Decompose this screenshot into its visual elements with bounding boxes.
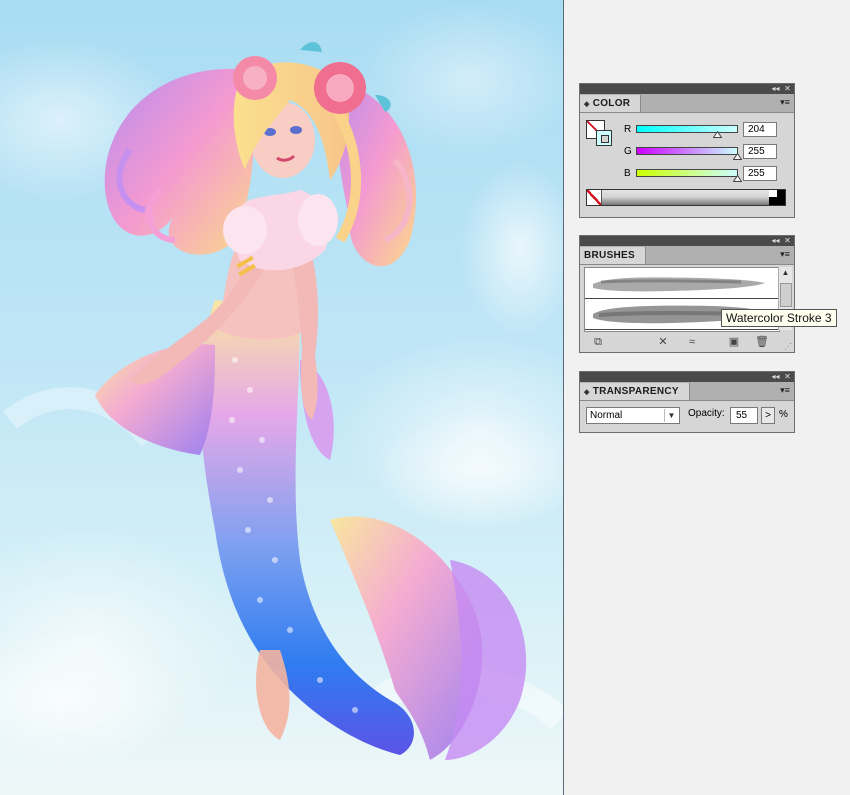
tab-collapse-icon[interactable]: ◆ xyxy=(584,101,590,108)
close-icon[interactable]: ✕ xyxy=(782,372,793,382)
none-color-icon[interactable] xyxy=(587,190,602,205)
slider-thumb-icon[interactable] xyxy=(733,175,742,182)
tab-color[interactable]: ◆ COLOR xyxy=(580,95,642,112)
fill-stroke-swatches xyxy=(586,120,616,150)
brushes-panel-tabrow: BRUSHES ▾≡ xyxy=(580,246,794,265)
tab-collapse-icon[interactable]: ◆ xyxy=(584,389,590,396)
tab-brushes[interactable]: BRUSHES xyxy=(580,247,646,264)
brush-libraries-icon[interactable]: ⧉ xyxy=(590,334,606,350)
new-brush-icon[interactable]: ▣ xyxy=(726,334,742,350)
close-icon[interactable]: ✕ xyxy=(782,236,793,246)
channel-label: B xyxy=(624,168,631,179)
options-of-selected-object-icon[interactable]: ≈ xyxy=(684,334,700,350)
brush-item[interactable] xyxy=(585,268,779,299)
brush-tooltip: Watercolor Stroke 3 xyxy=(721,309,837,327)
slider-thumb-icon[interactable] xyxy=(713,131,722,138)
brushes-panel: ◂◂ ✕ BRUSHES ▾≡ ▲ ⧉ ✕ ≈ ▣ 🗑 ⋰ xyxy=(579,235,795,353)
channel-label: R xyxy=(624,124,632,135)
panel-menu-icon[interactable]: ▾≡ xyxy=(779,97,791,108)
color-row-g: G 255 xyxy=(624,144,794,160)
tab-transparency-label: TRANSPARENCY xyxy=(592,386,679,397)
panel-menu-icon[interactable]: ▾≡ xyxy=(779,385,791,396)
slider-thumb-icon[interactable] xyxy=(733,153,742,160)
transparency-panel: ◂◂ ✕ ◆ TRANSPARENCY ▾≡ Normal ▼ Opacity: … xyxy=(579,371,795,433)
opacity-label: Opacity: xyxy=(688,408,725,419)
color-row-r: R 204 xyxy=(624,122,794,138)
close-icon[interactable]: ✕ xyxy=(782,84,793,94)
opacity-input[interactable]: 55 xyxy=(730,407,758,424)
channel-label: G xyxy=(624,146,632,157)
tab-color-label: COLOR xyxy=(592,98,631,109)
scroll-thumb[interactable] xyxy=(780,283,792,307)
blend-mode-select[interactable]: Normal ▼ xyxy=(586,407,680,424)
channel-slider[interactable] xyxy=(636,169,738,177)
panel-menu-icon[interactable]: ▾≡ xyxy=(779,249,791,260)
brush-toolbar: ⧉ ✕ ≈ ▣ 🗑 xyxy=(580,334,794,350)
brushes-panel-titlebar[interactable]: ◂◂ ✕ xyxy=(580,236,794,246)
opacity-slider-button[interactable]: > xyxy=(761,407,775,424)
color-spectrum-bar[interactable] xyxy=(586,189,786,206)
spectrum-gradient[interactable] xyxy=(602,190,769,205)
color-row-b: B 255 xyxy=(624,166,794,182)
color-panel-tabrow: ◆ COLOR ▾≡ xyxy=(580,94,794,113)
channel-value-input[interactable]: 255 xyxy=(743,144,777,159)
remove-brush-stroke-icon[interactable]: ✕ xyxy=(655,334,671,350)
white-swatch[interactable] xyxy=(769,190,777,197)
resize-grip-icon[interactable]: ⋰ xyxy=(784,342,792,351)
color-panel: ◂◂ ✕ ◆ COLOR ▾≡ R 204 G 255 B 255 xyxy=(579,83,795,218)
transparency-panel-titlebar[interactable]: ◂◂ ✕ xyxy=(580,372,794,382)
channel-value-input[interactable]: 255 xyxy=(743,166,777,181)
channel-slider[interactable] xyxy=(636,125,738,133)
channel-value-input[interactable]: 204 xyxy=(743,122,777,137)
stroke-swatch[interactable] xyxy=(596,130,612,146)
chevron-down-icon[interactable]: ▼ xyxy=(664,409,678,422)
percent-label: % xyxy=(779,409,788,420)
watercolor-stroke-preview xyxy=(593,277,765,292)
tab-transparency[interactable]: ◆ TRANSPARENCY xyxy=(580,383,690,400)
artwork-canvas[interactable] xyxy=(0,0,563,795)
color-panel-titlebar[interactable]: ◂◂ ✕ xyxy=(580,84,794,94)
channel-slider[interactable] xyxy=(636,147,738,155)
delete-brush-icon[interactable]: 🗑 xyxy=(754,334,770,350)
collapse-icon[interactable]: ◂◂ xyxy=(770,236,781,246)
blend-mode-value: Normal xyxy=(590,410,623,421)
scroll-up-icon[interactable]: ▲ xyxy=(779,267,792,279)
mermaid-illustration xyxy=(0,41,563,770)
transparency-panel-tabrow: ◆ TRANSPARENCY ▾≡ xyxy=(580,382,794,401)
collapse-icon[interactable]: ◂◂ xyxy=(770,84,781,94)
collapse-icon[interactable]: ◂◂ xyxy=(770,372,781,382)
